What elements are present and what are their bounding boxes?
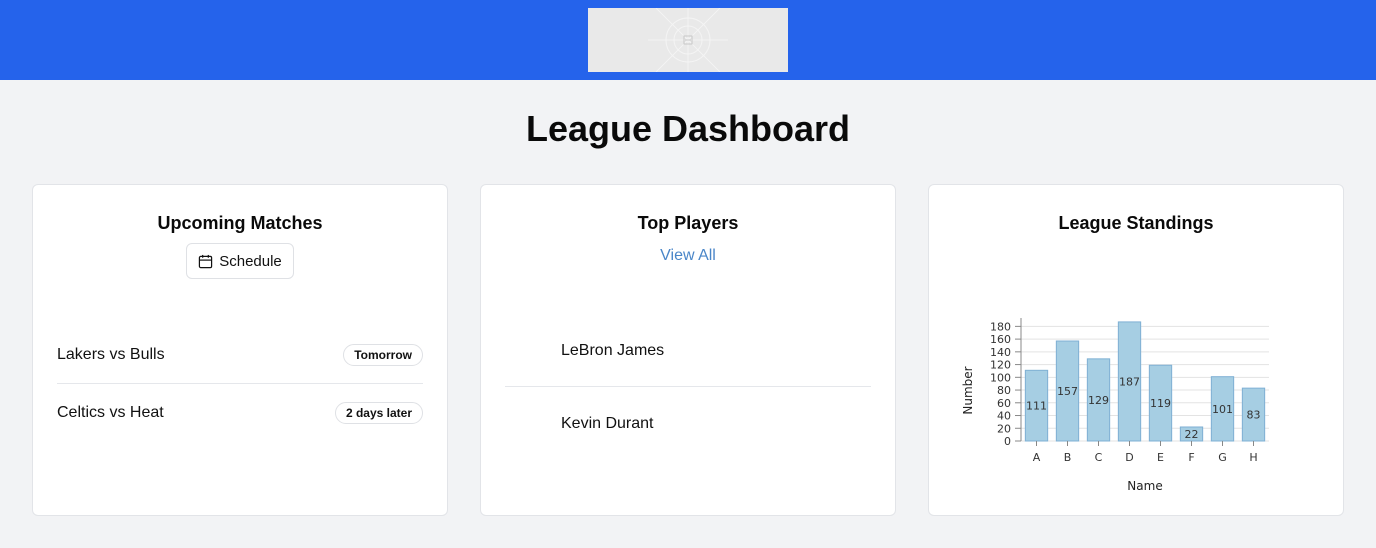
y-tick-label: 120 xyxy=(990,359,1011,372)
x-tick-label: F xyxy=(1188,451,1194,464)
match-time-badge: 2 days later xyxy=(334,401,423,424)
y-tick-label: 0 xyxy=(1004,435,1011,448)
match-time-badge: Tomorrow xyxy=(343,344,423,366)
bar-value-label: 187 xyxy=(1119,375,1140,388)
x-tick-label: G xyxy=(1218,451,1227,464)
logo-image xyxy=(588,8,788,72)
bar-value-label: 157 xyxy=(1057,385,1078,398)
top-players-card: Top Players View All LeBron James Kevin … xyxy=(480,184,896,516)
bar-value-label: 119 xyxy=(1150,397,1171,410)
bar-value-label: 22 xyxy=(1185,428,1199,441)
view-all-link[interactable]: View All xyxy=(481,247,895,265)
y-tick-label: 40 xyxy=(997,410,1011,423)
upcoming-matches-title: Upcoming Matches xyxy=(157,213,323,233)
x-tick-label: A xyxy=(1033,451,1041,464)
y-tick-label: 180 xyxy=(990,320,1011,333)
x-tick-label: B xyxy=(1064,451,1072,464)
player-item[interactable]: LeBron James xyxy=(505,315,871,387)
standings-bar-chart: 020406080100120140160180 111 A 157 B 129 C 187 D… xyxy=(961,318,1269,493)
upcoming-matches-card: Upcoming Matches Schedule Lakers vs Bull… xyxy=(32,184,448,516)
schedule-button-label: Schedule xyxy=(219,252,282,270)
x-tick-label: C xyxy=(1095,451,1103,464)
y-tick-label: 100 xyxy=(990,371,1011,384)
bar-value-label: 111 xyxy=(1026,400,1047,413)
player-name: Kevin Durant xyxy=(561,415,654,432)
top-players-title: Top Players xyxy=(637,213,739,233)
bar-value-label: 101 xyxy=(1212,403,1233,416)
x-tick-label: E xyxy=(1157,451,1164,464)
match-item[interactable]: Lakers vs Bulls Tomorrow xyxy=(57,327,423,384)
bar-value-label: 129 xyxy=(1088,394,1109,407)
y-tick-label: 20 xyxy=(997,422,1011,435)
league-standings-title: League Standings xyxy=(1058,213,1214,233)
player-item[interactable]: Kevin Durant xyxy=(505,388,871,460)
calendar-icon xyxy=(199,254,213,268)
match-name: Celtics vs Heat xyxy=(57,403,164,421)
y-axis-label: Number xyxy=(961,366,975,414)
x-axis-label: Name xyxy=(1127,479,1162,493)
header-bar xyxy=(0,0,1376,80)
x-tick-label: D xyxy=(1125,451,1133,464)
y-tick-label: 80 xyxy=(997,384,1011,397)
league-standings-card: League Standings 0 20 40 60 80 100 120 140 160 18… xyxy=(928,184,1344,516)
match-name: Lakers vs Bulls xyxy=(57,346,165,363)
match-item[interactable]: Celtics vs Heat 2 days later xyxy=(57,384,423,441)
y-tick-label: 160 xyxy=(990,333,1011,346)
player-name: LeBron James xyxy=(561,341,665,359)
x-tick-label: H xyxy=(1249,451,1257,464)
y-tick-label: 140 xyxy=(990,346,1011,359)
page-title: League Dashboard xyxy=(525,108,851,149)
schedule-button[interactable]: Schedule xyxy=(186,243,294,279)
image-placeholder-icon xyxy=(648,8,728,72)
bar-value-label: 83 xyxy=(1247,409,1261,422)
y-tick-label: 60 xyxy=(997,397,1011,410)
